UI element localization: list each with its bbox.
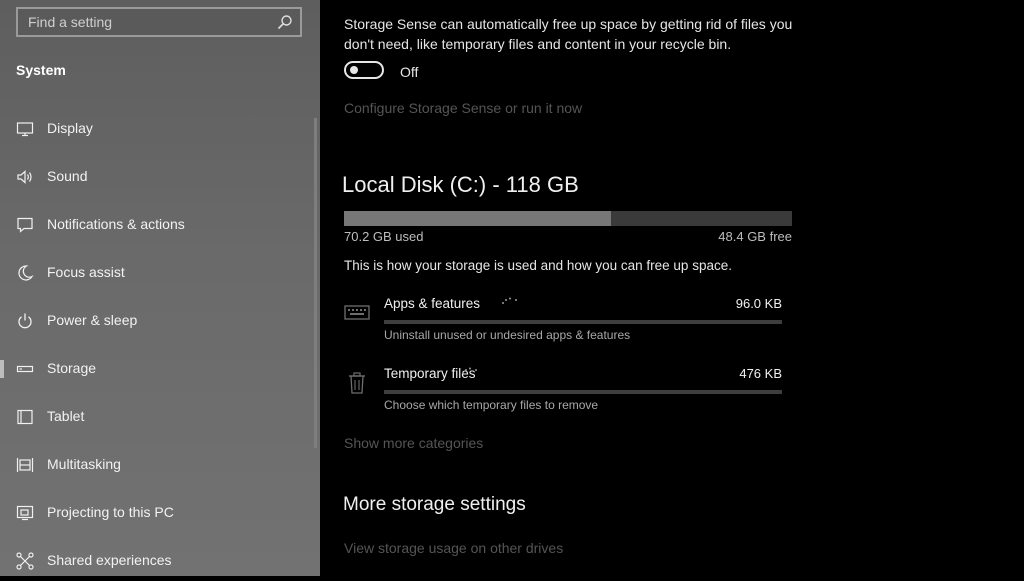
view-storage-other-drives-link[interactable]: View storage usage on other drives — [344, 540, 563, 556]
shared-experiences-icon — [16, 552, 34, 570]
tablet-icon — [17, 409, 33, 425]
sidebar: System Display Sound Notifications & act… — [0, 0, 320, 576]
toggle-state-label: Off — [400, 64, 419, 80]
main-content: Storage Sense can automatically free up … — [320, 0, 1024, 576]
message-icon — [17, 217, 33, 233]
category-usage-bar — [384, 390, 782, 394]
configure-storage-sense-link[interactable]: Configure Storage Sense or run it now — [344, 100, 582, 116]
selected-indicator — [0, 360, 4, 378]
category-subtitle: Choose which temporary files to remove — [384, 398, 599, 412]
section-label-system: System — [16, 62, 66, 78]
disk-usage-fill — [344, 211, 611, 226]
monitor-icon — [16, 122, 34, 137]
search-input[interactable] — [18, 9, 268, 35]
show-more-categories-link[interactable]: Show more categories — [344, 435, 483, 451]
category-usage-bar — [384, 320, 782, 324]
category-apps-features[interactable]: Apps & features 96.0 KB Uninstall unused… — [344, 293, 784, 355]
sidebar-item-label: Multitasking — [47, 456, 121, 472]
sidebar-item-multitasking[interactable]: Multitasking — [0, 445, 320, 485]
sidebar-item-projecting[interactable]: Projecting to this PC — [0, 493, 320, 533]
sidebar-item-label: Shared experiences — [47, 552, 172, 568]
category-size: 96.0 KB — [735, 296, 782, 311]
loading-spinner-icon — [502, 297, 517, 304]
power-icon — [18, 313, 32, 329]
category-temporary-files[interactable]: Temporary files 476 KB Choose which temp… — [344, 363, 784, 425]
storage-sense-description: Storage Sense can automatically free up … — [344, 16, 793, 52]
sidebar-item-display[interactable]: Display — [0, 109, 320, 149]
disk-used-label: 70.2 GB used — [344, 229, 424, 244]
sidebar-item-label: Tablet — [47, 408, 85, 424]
disk-usage-bar — [344, 211, 792, 226]
sidebar-item-label: Focus assist — [47, 264, 125, 280]
sidebar-item-shared-experiences[interactable]: Shared experiences — [0, 541, 320, 581]
projecting-icon — [16, 505, 34, 521]
search-icon[interactable] — [277, 14, 293, 30]
sidebar-item-sound[interactable]: Sound — [0, 157, 320, 197]
more-storage-settings-heading: More storage settings — [343, 494, 526, 515]
sidebar-item-label: Sound — [47, 168, 88, 184]
trash-icon — [349, 372, 365, 394]
category-subtitle: Uninstall unused or undesired apps & fea… — [384, 328, 631, 342]
disk-free-label: 48.4 GB free — [718, 229, 792, 244]
category-size: 476 KB — [739, 366, 782, 381]
moon-icon — [18, 265, 34, 281]
disk-title: Local Disk (C:) - 118 GB — [342, 172, 579, 197]
loading-spinner-icon — [462, 367, 477, 374]
sidebar-item-tablet[interactable]: Tablet — [0, 397, 320, 437]
storage-sense-toggle[interactable] — [344, 61, 384, 79]
sidebar-item-power-sleep[interactable]: Power & sleep — [0, 301, 320, 341]
sidebar-item-label: Display — [47, 120, 93, 136]
sidebar-scrollbar[interactable] — [314, 118, 317, 448]
sidebar-item-label: Power & sleep — [47, 312, 138, 328]
sidebar-item-notifications[interactable]: Notifications & actions — [0, 205, 320, 245]
keyboard-icon — [344, 305, 370, 320]
sidebar-item-label: Notifications & actions — [47, 216, 185, 232]
storage-info-text: This is how your storage is used and how… — [344, 258, 732, 273]
toggle-knob — [350, 66, 358, 74]
multitasking-icon — [16, 458, 34, 472]
sidebar-item-label: Storage — [47, 360, 97, 376]
sidebar-item-label: Projecting to this PC — [47, 504, 174, 520]
sidebar-item-focus-assist[interactable]: Focus assist — [0, 253, 320, 293]
category-name: Apps & features — [384, 296, 481, 311]
search-box[interactable] — [16, 7, 302, 37]
speaker-icon — [17, 170, 32, 184]
sidebar-item-storage[interactable]: Storage — [0, 349, 320, 389]
storage-drive-icon — [16, 365, 34, 373]
